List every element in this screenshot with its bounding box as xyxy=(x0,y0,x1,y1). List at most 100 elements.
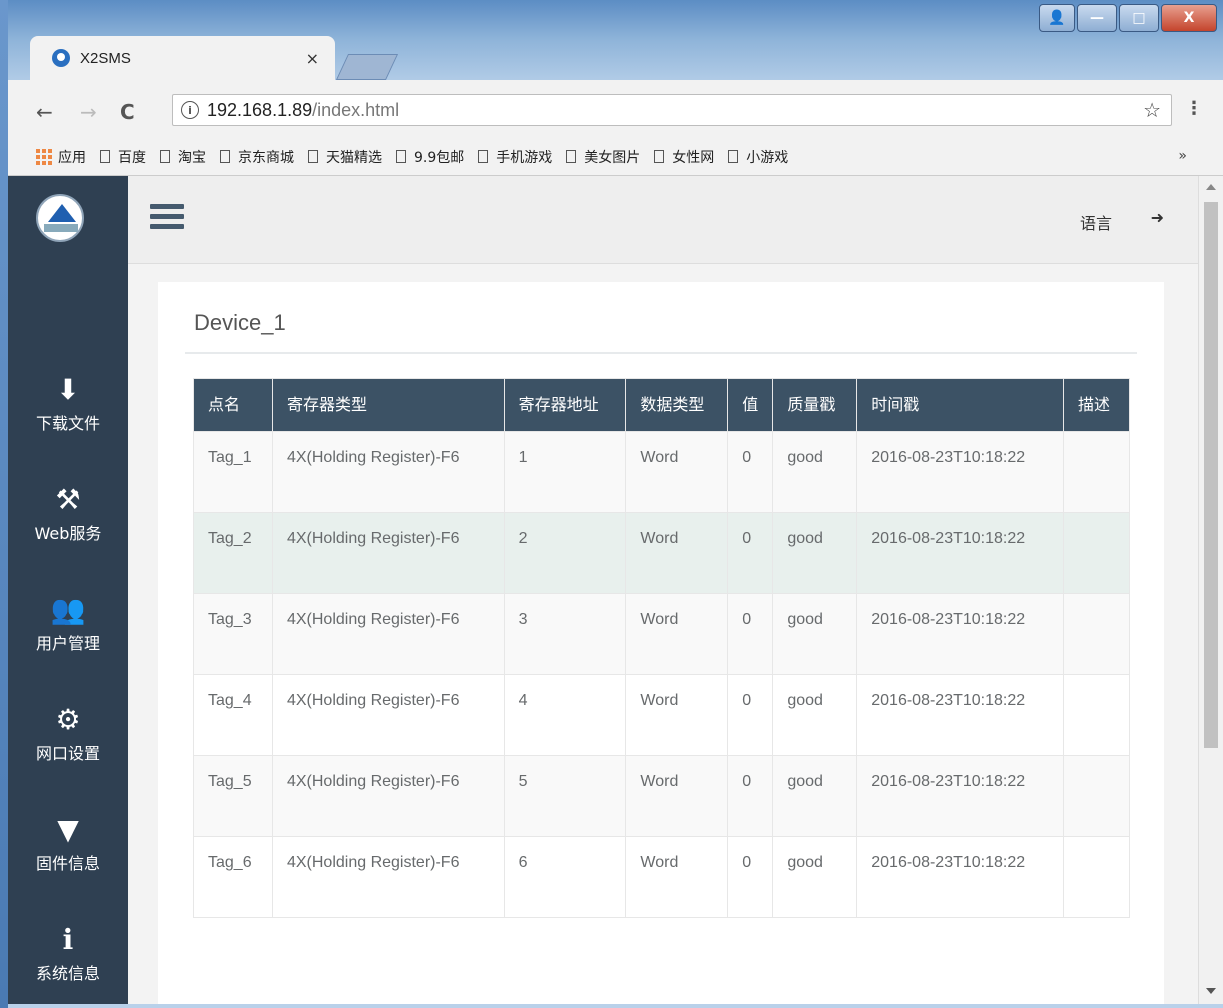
language-menu[interactable]: 语言 xyxy=(1080,210,1112,234)
column-header[interactable]: 点名 xyxy=(193,378,273,432)
bookmark-item[interactable]: 京东商城 xyxy=(220,147,294,167)
reload-icon[interactable]: C xyxy=(120,100,135,124)
cell-description xyxy=(1063,755,1130,837)
bookmark-label: 9.9包邮 xyxy=(414,149,465,166)
table-row[interactable]: Tag_4 4X(Holding Register)-F6 4 Word 0 g… xyxy=(193,674,1130,756)
address-bar[interactable]: i 192.168.1.89 /index.html ☆ xyxy=(172,94,1172,126)
cell-quality: good xyxy=(772,431,858,513)
cell-timestamp: 2016-08-23T10:18:22 xyxy=(856,431,1064,513)
bookmark-item[interactable]: 天猫精选 xyxy=(308,147,382,167)
scroll-thumb[interactable] xyxy=(1204,202,1218,748)
bookmark-label: 百度 xyxy=(118,149,146,166)
bookmark-label: 天猫精选 xyxy=(326,149,382,166)
gear-icon: ⚙ xyxy=(55,703,81,736)
column-header[interactable]: 寄存器地址 xyxy=(503,378,627,432)
bookmark-item[interactable]: 小游戏 xyxy=(728,147,788,167)
forward-icon[interactable]: → xyxy=(80,100,97,124)
bookmark-item[interactable]: 手机游戏 xyxy=(478,147,552,167)
new-tab-button[interactable] xyxy=(335,54,399,80)
maximize-button[interactable]: □ xyxy=(1119,4,1159,32)
cell-name: Tag_4 xyxy=(193,674,273,756)
cell-value: 0 xyxy=(727,512,774,594)
page-icon xyxy=(220,150,230,163)
cell-data-type: Word xyxy=(625,593,729,675)
page-scrollbar[interactable] xyxy=(1198,176,1223,1004)
url-host: 192.168.1.89 xyxy=(207,99,313,120)
cell-register-type: 4X(Holding Register)-F6 xyxy=(271,674,505,756)
cell-address: 4 xyxy=(503,674,627,756)
bookmark-item[interactable]: 9.9包邮 xyxy=(396,147,464,167)
back-icon[interactable]: ← xyxy=(36,100,53,124)
bookmark-item[interactable]: 美女图片 xyxy=(566,147,640,167)
hamburger-menu-icon[interactable] xyxy=(150,204,184,232)
cell-timestamp: 2016-08-23T10:18:22 xyxy=(856,836,1064,918)
tab-close-icon[interactable]: × xyxy=(306,49,319,68)
cell-quality: good xyxy=(772,755,858,837)
sidebar-item-label: 系统信息 xyxy=(35,964,100,983)
sidebar-item-firmware-info[interactable]: ▼ 固件信息 xyxy=(8,814,128,874)
cell-name: Tag_2 xyxy=(193,512,273,594)
bookmarks-bar: 应用 百度 淘宝 京东商城 天猫精选 9.9包邮 手机游戏 美女图片 女性网 小… xyxy=(8,138,1223,176)
company-logo[interactable] xyxy=(36,194,84,242)
cell-description xyxy=(1063,431,1130,513)
filter-icon: ▼ xyxy=(57,813,79,846)
sidebar: ⬇ 下载文件 ⚒ Web服务 👥 用户管理 ⚙ 网口设置 ▼ 固件信息 ℹ 系统… xyxy=(8,176,128,1004)
download-icon: ⬇ xyxy=(56,373,80,406)
bookmark-label: 淘宝 xyxy=(178,149,206,166)
close-window-button[interactable]: X xyxy=(1161,4,1217,32)
cell-description xyxy=(1063,512,1130,594)
bookmark-item[interactable]: 百度 xyxy=(100,147,146,167)
bookmark-apps[interactable]: 应用 xyxy=(58,147,86,167)
cell-data-type: Word xyxy=(625,431,729,513)
window-frame xyxy=(0,0,8,1008)
table-row[interactable]: Tag_2 4X(Holding Register)-F6 2 Word 0 g… xyxy=(193,512,1130,594)
scroll-up-arrow-icon[interactable] xyxy=(1206,184,1216,190)
site-info-icon[interactable]: i xyxy=(181,101,199,119)
table-row[interactable]: Tag_3 4X(Holding Register)-F6 3 Word 0 g… xyxy=(193,593,1130,675)
column-header[interactable]: 值 xyxy=(727,378,774,432)
sidebar-item-label: 用户管理 xyxy=(35,634,100,653)
page-icon xyxy=(160,150,170,163)
column-header[interactable]: 质量戳 xyxy=(772,378,858,432)
sidebar-item-label: 下载文件 xyxy=(35,414,100,433)
sidebar-item-system-info[interactable]: ℹ 系统信息 xyxy=(8,924,128,984)
table-row[interactable]: Tag_1 4X(Holding Register)-F6 1 Word 0 g… xyxy=(193,431,1130,513)
cell-address: 1 xyxy=(503,431,627,513)
bookmark-item[interactable]: 淘宝 xyxy=(160,147,206,167)
user-profile-button[interactable]: 👤 xyxy=(1039,4,1075,32)
column-header[interactable]: 时间戳 xyxy=(856,378,1064,432)
favicon-icon xyxy=(52,49,70,67)
bookmark-item[interactable]: 女性网 xyxy=(654,147,714,167)
info-circle-icon: ℹ xyxy=(62,923,74,956)
logout-icon[interactable]: ➜ xyxy=(1151,208,1164,227)
sidebar-item-user-management[interactable]: 👥 用户管理 xyxy=(8,594,128,654)
minimize-button[interactable]: — xyxy=(1077,4,1117,32)
table-row[interactable]: Tag_6 4X(Holding Register)-F6 6 Word 0 g… xyxy=(193,836,1130,918)
page-icon xyxy=(308,150,318,163)
bookmark-star-icon[interactable]: ☆ xyxy=(1143,98,1161,122)
apps-grid-icon[interactable] xyxy=(36,148,52,165)
sidebar-item-download[interactable]: ⬇ 下载文件 xyxy=(8,374,128,434)
column-header[interactable]: 数据类型 xyxy=(625,378,729,432)
cell-value: 0 xyxy=(727,674,774,756)
cell-description xyxy=(1063,593,1130,675)
cell-value: 0 xyxy=(727,431,774,513)
column-header[interactable]: 描述 xyxy=(1063,378,1130,432)
page-viewport: ⬇ 下载文件 ⚒ Web服务 👥 用户管理 ⚙ 网口设置 ▼ 固件信息 ℹ 系统… xyxy=(8,176,1223,1004)
bookmark-label: 女性网 xyxy=(672,149,715,166)
page-icon xyxy=(396,150,406,163)
sidebar-item-web-service[interactable]: ⚒ Web服务 xyxy=(8,484,128,544)
browser-tab[interactable]: X2SMS × xyxy=(30,36,335,80)
more-bookmarks-icon[interactable]: » xyxy=(1178,148,1187,164)
scroll-down-arrow-icon[interactable] xyxy=(1206,988,1216,994)
sidebar-item-label: 网口设置 xyxy=(35,744,100,763)
browser-menu-icon[interactable]: ⋮ xyxy=(1185,98,1203,119)
cell-address: 3 xyxy=(503,593,627,675)
cell-address: 6 xyxy=(503,836,627,918)
divider xyxy=(185,352,1137,354)
bookmark-label: 美女图片 xyxy=(584,149,641,166)
table-row[interactable]: Tag_5 4X(Holding Register)-F6 5 Word 0 g… xyxy=(193,755,1130,837)
column-header[interactable]: 寄存器类型 xyxy=(271,378,505,432)
sidebar-item-network-settings[interactable]: ⚙ 网口设置 xyxy=(8,704,128,764)
tab-title: X2SMS xyxy=(80,49,131,67)
